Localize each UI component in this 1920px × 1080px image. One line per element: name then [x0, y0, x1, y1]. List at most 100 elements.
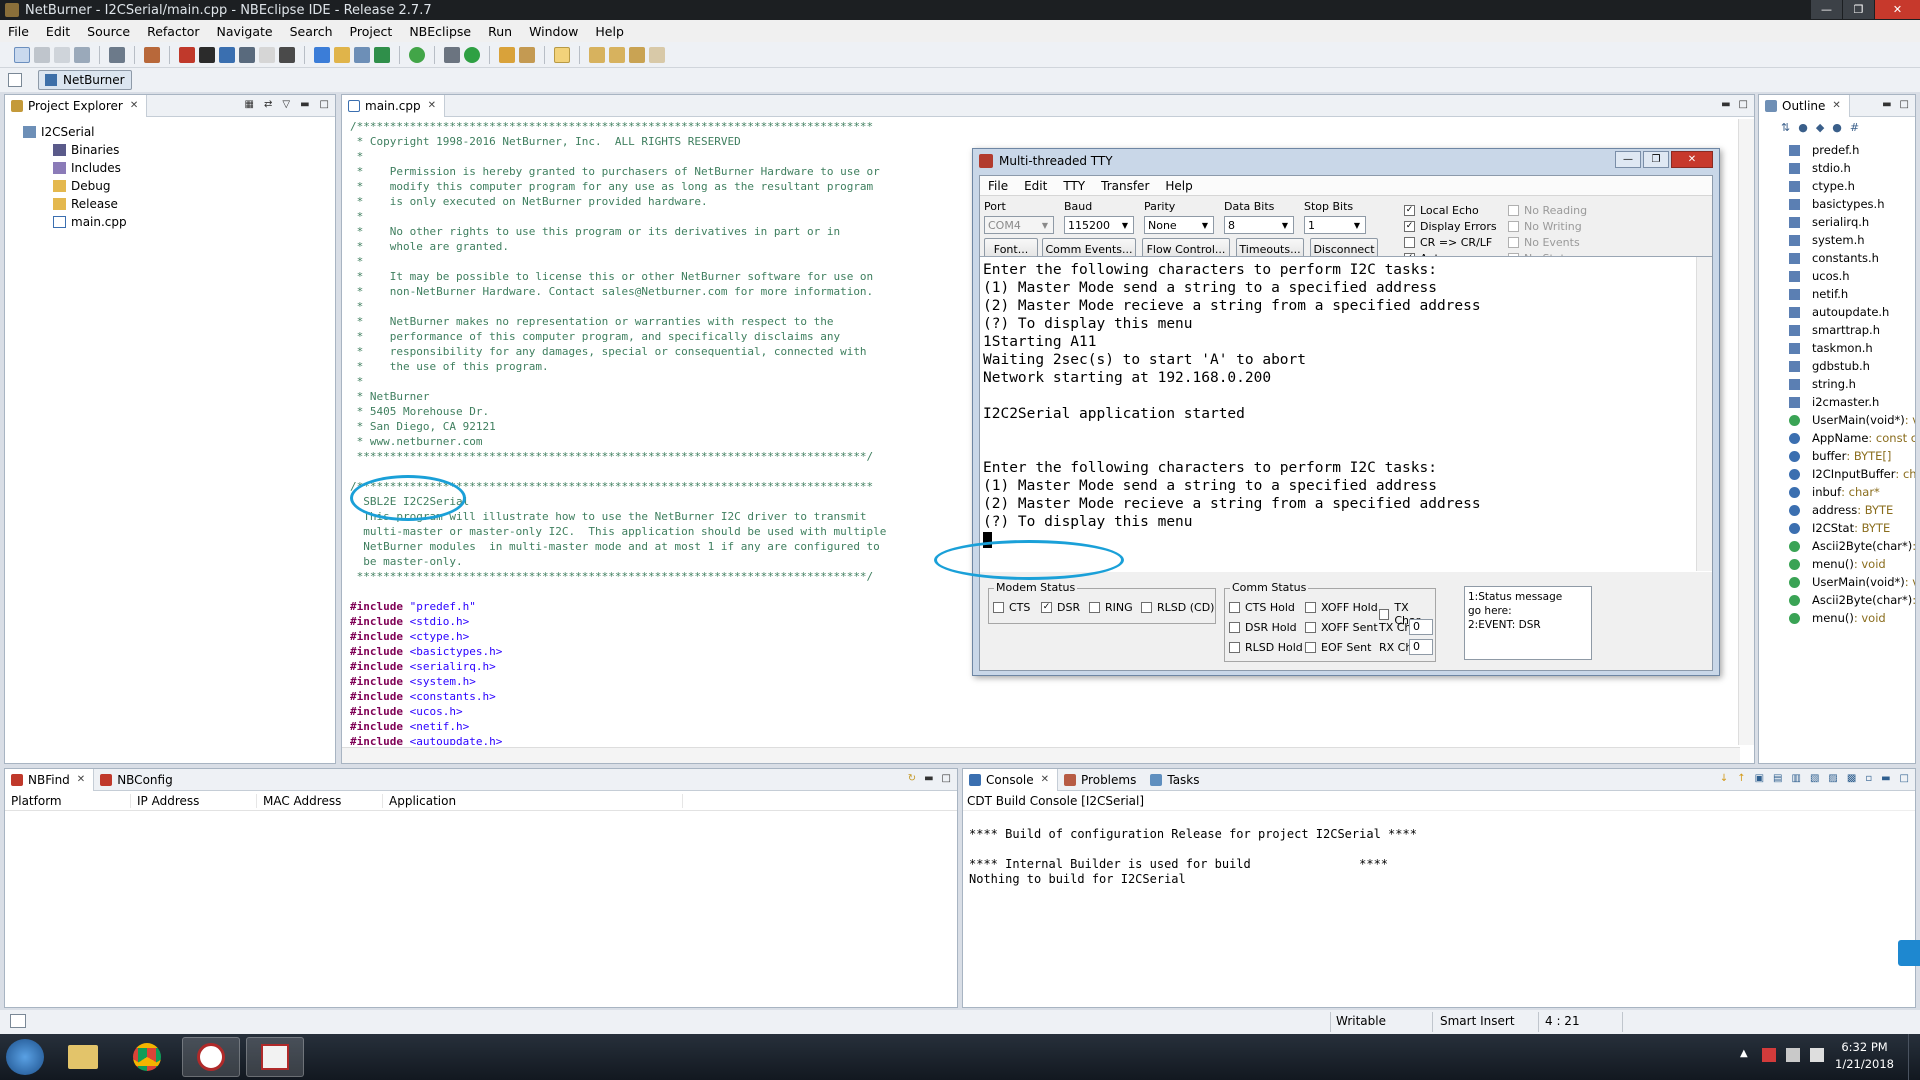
hide-static-icon[interactable]: ◆ [1816, 121, 1824, 134]
outline-item[interactable]: inbuf : char* [1789, 483, 1915, 501]
new-class-icon[interactable] [374, 46, 390, 63]
dsr-checkbox[interactable]: ✓ DSR [1041, 601, 1080, 614]
copy-icon[interactable]: ▥ [1792, 773, 1801, 784]
open-perspective-icon[interactable] [8, 73, 22, 87]
taskbar-nbeclipse[interactable] [182, 1037, 240, 1077]
tab-console[interactable]: Console ✕ [963, 768, 1059, 791]
outline-item[interactable]: system.h [1789, 231, 1915, 249]
display-errors-checkbox[interactable]: ✓ Display Errors [1404, 220, 1497, 233]
column-mac-address[interactable]: MAC Address [257, 793, 383, 808]
tree-item-binaries[interactable]: Binaries [13, 141, 335, 159]
refresh-icon[interactable] [409, 46, 425, 63]
debug-icon[interactable] [144, 46, 160, 63]
view-menu-icon[interactable]: ▽ [282, 99, 290, 110]
action-center-icon[interactable] [1762, 1048, 1776, 1062]
menu-help[interactable]: Help [587, 24, 633, 39]
show-hidden-icons-icon[interactable]: ▲ [1740, 1048, 1754, 1062]
outline-item[interactable]: I2CStat : BYTE [1789, 519, 1915, 537]
cr-crlf-checkbox[interactable]: CR => CR/LF [1404, 236, 1492, 249]
tty-minimize-button[interactable]: — [1615, 151, 1641, 168]
volume-icon[interactable] [1810, 1048, 1824, 1062]
outline-item[interactable]: netif.h [1789, 285, 1915, 303]
minimize-view-icon[interactable]: ▬ [1881, 773, 1890, 784]
back-icon[interactable] [629, 46, 645, 63]
outline-item[interactable]: UserMain(void*) : v [1789, 411, 1915, 429]
tty-menu-help[interactable]: Help [1157, 179, 1200, 193]
port-select[interactable]: COM4 ▼ [984, 216, 1054, 234]
tty-terminal[interactable]: Enter the following characters to perfor… [980, 256, 1712, 572]
menu-source[interactable]: Source [79, 24, 139, 39]
tty-terminal-scrollbar[interactable] [1696, 257, 1712, 571]
taskbar-chrome[interactable] [118, 1037, 176, 1077]
outline-item[interactable]: predef.h [1789, 141, 1915, 159]
hide-nonpublic-icon[interactable]: ● [1832, 121, 1842, 134]
clear-console-icon[interactable]: ▤ [1773, 773, 1782, 784]
tab-project-explorer[interactable]: Project Explorer ✕ [5, 94, 148, 117]
maximize-view-icon[interactable]: □ [1900, 99, 1909, 110]
no-reading-checkbox[interactable]: No Reading [1508, 204, 1587, 217]
hide-fields-icon[interactable]: ● [1798, 121, 1808, 134]
close-tab-icon[interactable]: ✕ [428, 100, 436, 111]
refresh-icon[interactable]: ↻ [908, 773, 916, 784]
next-console-icon[interactable]: ↓ [1720, 773, 1728, 784]
tree-item-main-cpp[interactable]: main.cpp [13, 213, 335, 231]
outline-item[interactable]: I2CInputBuffer : ch [1789, 465, 1915, 483]
outline-item[interactable]: UserMain(void*) : v [1789, 573, 1915, 591]
xoff-hold-checkbox[interactable]: XOFF Hold [1305, 601, 1378, 614]
cts-hold-checkbox[interactable]: CTS Hold [1229, 601, 1295, 614]
pin-icon[interactable] [519, 46, 535, 63]
eof-sent-checkbox[interactable]: EOF Sent [1305, 641, 1371, 654]
tty-titlebar[interactable]: Multi-threaded TTY [973, 149, 1719, 173]
autoupdate-icon[interactable] [199, 46, 215, 63]
forward-icon[interactable] [649, 46, 665, 63]
column-platform[interactable]: Platform [5, 793, 131, 808]
outline-item[interactable]: serialirq.h [1789, 213, 1915, 231]
stopbits-select[interactable]: 1 ▼ [1304, 216, 1366, 234]
hide-macros-icon[interactable]: # [1850, 121, 1859, 134]
no-events-checkbox[interactable]: No Events [1508, 236, 1580, 249]
outline-item[interactable]: i2cmaster.h [1789, 393, 1915, 411]
tree-item-includes[interactable]: Includes [13, 159, 335, 177]
side-handle-icon[interactable] [1898, 940, 1920, 966]
link-editor-icon[interactable]: ⇄ [264, 99, 272, 110]
search-icon[interactable] [239, 46, 255, 63]
minimize-view-icon[interactable]: ▬ [924, 773, 933, 784]
close-tab-icon[interactable]: ✕ [1832, 100, 1840, 111]
pin-console-icon[interactable]: ▨ [1828, 773, 1837, 784]
outline-item[interactable]: autoupdate.h [1789, 303, 1915, 321]
parity-select[interactable]: None ▼ [1144, 216, 1214, 234]
tree-item-project[interactable]: I2CSerial [13, 123, 335, 141]
databits-select[interactable]: 8 ▼ [1224, 216, 1294, 234]
outline-item[interactable]: constants.h [1789, 249, 1915, 267]
baud-select[interactable]: 115200 ▼ [1064, 216, 1134, 234]
taskbar-explorer[interactable] [54, 1037, 112, 1077]
outline-item[interactable]: menu() : void [1789, 609, 1915, 627]
outline-item[interactable]: Ascii2Byte(char*) : [1789, 591, 1915, 609]
maximize-view-icon[interactable]: □ [1739, 99, 1748, 110]
menu-nbeclipse[interactable]: NBEclipse [401, 24, 480, 39]
menu-search[interactable]: Search [282, 24, 342, 39]
new-source-icon[interactable] [354, 46, 370, 63]
highlight-icon[interactable] [554, 46, 570, 63]
start-button[interactable] [6, 1039, 44, 1075]
outline-item[interactable]: buffer : BYTE[] [1789, 447, 1915, 465]
outline-item[interactable]: taskmon.h [1789, 339, 1915, 357]
tty-menu-transfer[interactable]: Transfer [1093, 179, 1157, 193]
rx-chars-field[interactable]: 0 [1409, 639, 1433, 655]
maximize-button[interactable]: ❐ [1842, 0, 1874, 19]
system-clock[interactable]: 6:32 PM 1/21/2018 [1835, 1039, 1894, 1073]
outline-item[interactable]: address : BYTE [1789, 501, 1915, 519]
outline-item[interactable]: ucos.h [1789, 267, 1915, 285]
outline-item[interactable]: smarttrap.h [1789, 321, 1915, 339]
outline-item[interactable]: menu() : void [1789, 555, 1915, 573]
outline-item[interactable]: AppName : const c [1789, 429, 1915, 447]
menu-window[interactable]: Window [521, 24, 587, 39]
rlsd-checkbox[interactable]: RLSD (CD) [1141, 601, 1214, 614]
tty-menu-tty[interactable]: TTY [1055, 179, 1093, 193]
close-tab-icon[interactable]: ✕ [130, 100, 138, 111]
tty-maximize-button[interactable]: ❐ [1643, 151, 1669, 168]
tab-main-cpp[interactable]: main.cpp ✕ [342, 94, 446, 117]
save-all-icon[interactable] [54, 46, 70, 63]
window-titlebar[interactable]: NetBurner - I2CSerial/main.cpp - NBEclip… [0, 0, 1920, 20]
save-icon[interactable] [34, 46, 50, 63]
